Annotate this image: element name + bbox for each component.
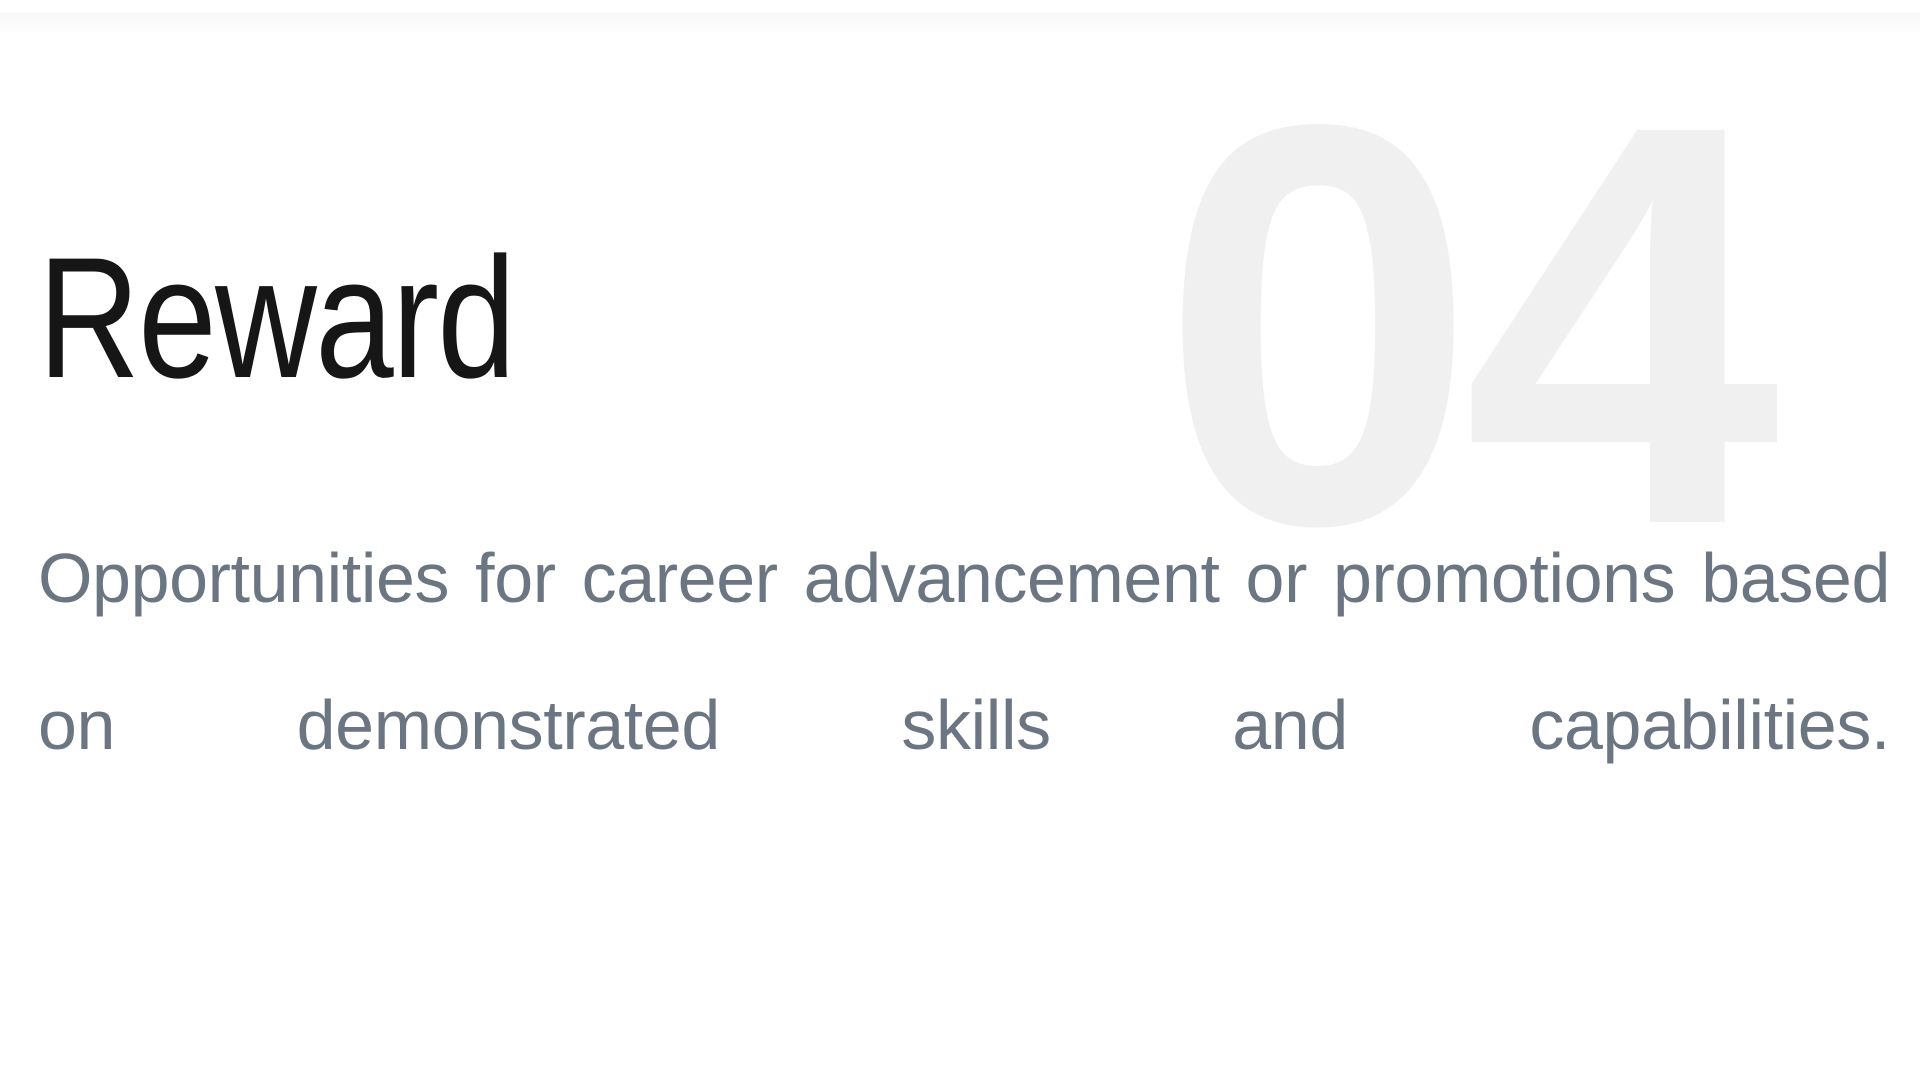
description-text: Opportunities for career advancement or … [38,539,1890,764]
slide-canvas: 04 Reward Opportunities for career advan… [0,0,1920,1080]
page-title: Reward [38,222,516,414]
